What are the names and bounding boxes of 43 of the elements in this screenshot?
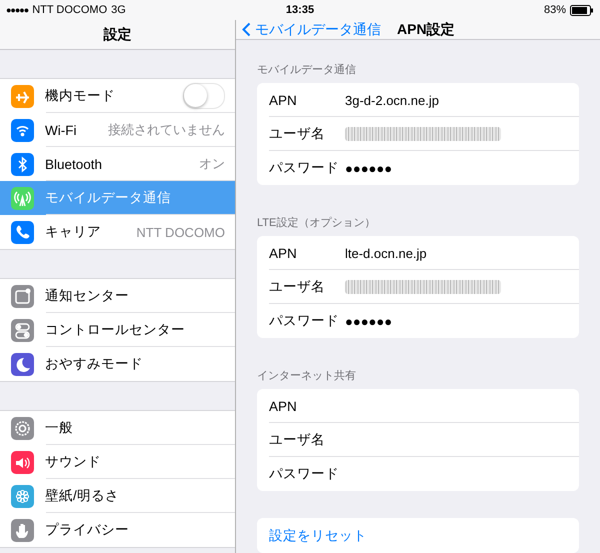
chevron-left-icon [242,22,251,37]
field-label: パスワード [269,312,340,330]
field-label: ユーザ名 [269,431,326,449]
reset-button[interactable]: 設定をリセット [257,518,579,553]
section-header: LTE設定（オプション） [257,216,376,231]
page-title: APN設定 [397,20,455,38]
field-label: ユーザ名 [269,125,326,143]
row-label: サウンド [45,453,102,471]
row-label: おやすみモード [45,355,144,373]
row-label: 壁紙/明るさ [45,487,120,505]
carrier-name: NTT DOCOMO [32,4,108,16]
row-label: キャリア [45,223,102,241]
row-label: 機内モード [45,87,116,105]
field-label: ユーザ名 [269,278,326,296]
row-label: プライバシー [45,521,130,539]
row-label: Bluetooth [45,156,104,172]
clock: 13:35 [286,4,314,16]
field-value[interactable]: ●●●●●● [345,314,392,328]
battery-icon [570,4,594,16]
row-label: モバイルデータ通信 [45,189,172,207]
sidebar-title: 設定 [104,26,132,44]
section-header: モバイルデータ通信 [257,62,357,78]
battery-percent: 83% [544,4,566,16]
field-label: APN [269,246,298,260]
field-label: APN [269,92,298,108]
row-label: 一般 [45,419,74,437]
field-label: パスワード [269,465,340,483]
row-label: 通知センター [45,287,130,305]
network-type: 3G [111,4,126,16]
row-label: Wi-Fi [45,122,78,138]
field-value[interactable]: lte-d.ocn.ne.jp [345,246,427,260]
field-label: パスワード [269,159,340,177]
toggle-switch[interactable] [183,83,225,109]
field-label: APN [269,398,298,414]
row-label: コントロールセンター [45,321,186,339]
row-value: NTT DOCOMO [136,224,225,240]
row-value: 接続されていません [108,121,225,139]
row-value: オン [199,155,225,173]
section-header: インターネット共有 [257,369,357,384]
back-button[interactable]: モバイルデータ通信 [242,20,381,38]
signal-dots: ●●●●● [6,5,28,15]
field-value[interactable]: ●●●●●● [345,160,392,176]
field-value[interactable]: 3g-d-2.ocn.ne.jp [345,92,439,108]
